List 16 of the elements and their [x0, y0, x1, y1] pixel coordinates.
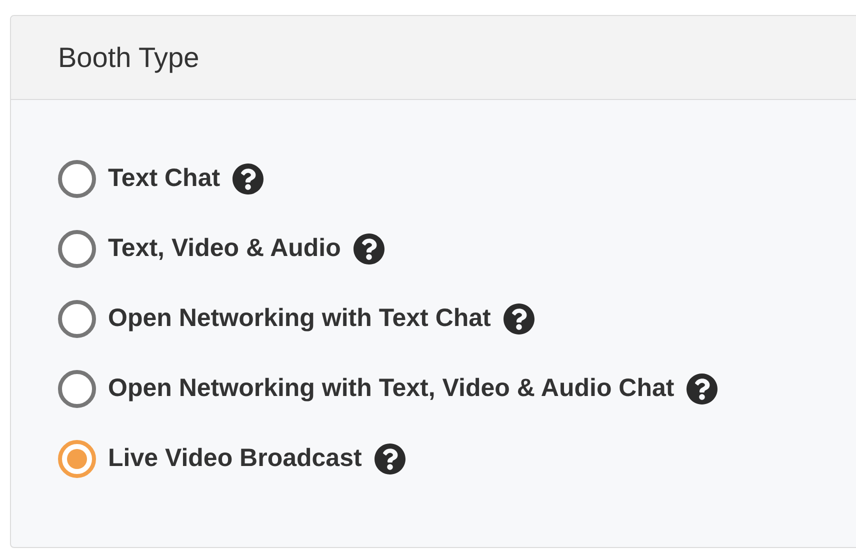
option-label: Live Video Broadcast	[108, 443, 362, 474]
radio-button[interactable]	[58, 230, 96, 268]
option-label: Open Networking with Text, Video & Audio Chat	[108, 373, 674, 404]
help-icon[interactable]	[686, 373, 718, 405]
radio-button[interactable]	[58, 300, 96, 338]
help-icon[interactable]	[352, 233, 385, 265]
help-icon[interactable]	[502, 303, 535, 335]
option-label: Text Chat	[108, 163, 220, 194]
option-label: Open Networking with Text Chat	[108, 303, 491, 334]
option-label: Text, Video & Audio	[108, 233, 341, 264]
help-icon[interactable]	[374, 443, 406, 475]
radio-button[interactable]	[58, 370, 96, 408]
panel-title: Booth Type	[58, 40, 200, 75]
radio-button[interactable]	[58, 160, 96, 198]
help-icon[interactable]	[232, 163, 264, 195]
radio-button[interactable]	[58, 440, 96, 478]
